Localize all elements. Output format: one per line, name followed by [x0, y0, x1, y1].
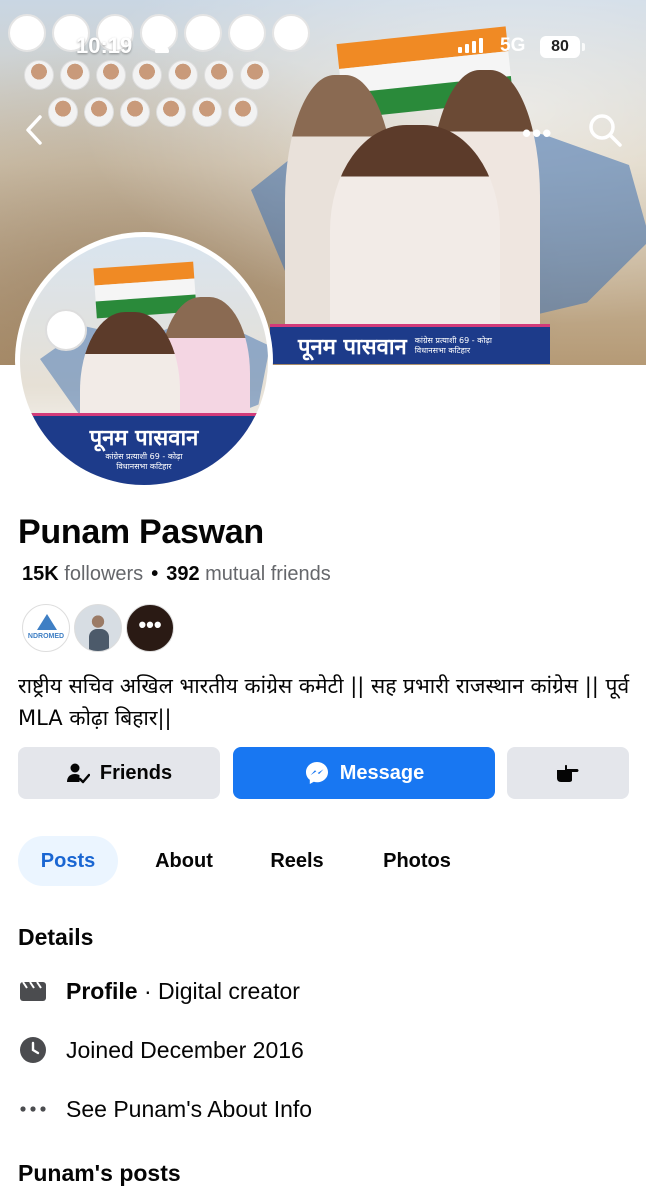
search-icon — [589, 114, 622, 147]
profile-name: Punam Paswan — [18, 513, 264, 551]
mutual-friend-avatar[interactable] — [74, 604, 122, 652]
friends-button[interactable]: Friends — [18, 747, 220, 799]
about-info-text: See Punam's About Info — [66, 1095, 313, 1122]
battery-icon: 80 — [540, 36, 585, 58]
party-logo — [272, 14, 310, 52]
mutual-friends-link[interactable]: 392 mutual friends — [166, 563, 331, 585]
tab-reels[interactable]: Reels — [255, 836, 339, 886]
avatar-banner-subtitle-2: विधानसभा कटिहार — [116, 462, 172, 471]
profile-picture[interactable]: पूनम पासवान कांग्रेस प्रत्याशी 69 - कोढ़… — [15, 232, 273, 490]
mutual-friend-avatar[interactable]: NDROMED — [22, 604, 70, 652]
avatar-name-banner: पूनम पासवान कांग्रेस प्रत्याशी 69 - कोढ़… — [20, 413, 268, 485]
more-actions-button[interactable] — [507, 747, 629, 799]
cover-banner-title: पूनम पासवान — [298, 334, 407, 360]
cover-banner-subtitle-1: कांग्रेस प्रत्याशी 69 - कोढ़ा — [414, 335, 492, 345]
ellipsis-icon — [18, 1094, 48, 1124]
tab-about[interactable]: About — [140, 836, 228, 886]
details-heading: Details — [18, 924, 94, 950]
followers-count: 15K — [22, 563, 59, 585]
detail-profile-rest: · Digital creator — [137, 977, 300, 1004]
messenger-icon — [305, 762, 328, 784]
search-button[interactable] — [585, 110, 625, 150]
more-mutuals-button[interactable]: ••• — [126, 604, 174, 652]
pointing-hand-icon — [557, 764, 579, 782]
party-logo — [228, 14, 266, 52]
mutual-avatar-text: NDROMED — [27, 633, 65, 640]
cover-banner-subtitle: कांग्रेस प्रत्याशी 69 - कोढ़ा विधानसभा क… — [415, 336, 492, 356]
message-button[interactable]: Message — [233, 747, 495, 799]
followers-link[interactable]: 15K followers — [22, 563, 143, 585]
congress-logo — [45, 309, 87, 351]
party-logo — [184, 14, 222, 52]
avatar-banner-subtitle-1: कांग्रेस प्रत्याशी 69 - कोढ़ा — [105, 452, 183, 461]
more-options-button[interactable]: ••• — [522, 118, 552, 149]
clock-icon — [18, 1035, 48, 1065]
cover-name-banner: पूनम पासवान कांग्रेस प्रत्याशी 69 - कोढ़… — [270, 324, 550, 364]
avatar-banner-title: पूनम पासवान — [89, 426, 199, 451]
party-logo — [8, 14, 46, 52]
tab-photos[interactable]: Photos — [365, 836, 469, 886]
leader-faces-row-1 — [24, 60, 270, 90]
separator-dot: • — [151, 563, 159, 585]
followers-label: followers — [64, 563, 144, 585]
friends-check-icon — [66, 763, 90, 784]
status-time: 10:19 — [76, 33, 133, 58]
mutual-label: mutual friends — [205, 563, 331, 585]
clapperboard-icon — [18, 976, 48, 1006]
joined-text: Joined December 2016 — [66, 1036, 304, 1063]
tab-posts[interactable]: Posts — [18, 836, 118, 886]
mutual-friends-avatars[interactable]: NDROMED ••• — [22, 604, 174, 652]
posts-heading: Punam's posts — [18, 1160, 181, 1186]
see-about-info-link[interactable]: See Punam's About Info — [18, 1094, 312, 1124]
cover-banner-subtitle-2: विधानसभा कटिहार — [414, 345, 471, 355]
message-button-label: Message — [339, 761, 425, 784]
mutual-count: 392 — [166, 563, 200, 585]
leader-faces-row-2 — [48, 97, 258, 127]
chevron-left-icon — [26, 115, 42, 145]
detail-joined: Joined December 2016 — [18, 1035, 304, 1065]
back-button[interactable] — [20, 112, 50, 148]
network-type: 5G — [500, 35, 526, 56]
signal-icon — [458, 38, 483, 53]
detail-profile-bold: Profile — [66, 977, 138, 1004]
friends-button-label: Friends — [99, 761, 173, 784]
profile-stats: 15K followers • 392 mutual friends — [22, 563, 331, 586]
detail-profile-type: Profile · Digital creator — [18, 976, 300, 1006]
profile-bio: राष्ट्रीय सचिव अखिल भारतीय कांग्रेस कमेट… — [18, 674, 630, 730]
focus-person-icon — [154, 37, 170, 53]
